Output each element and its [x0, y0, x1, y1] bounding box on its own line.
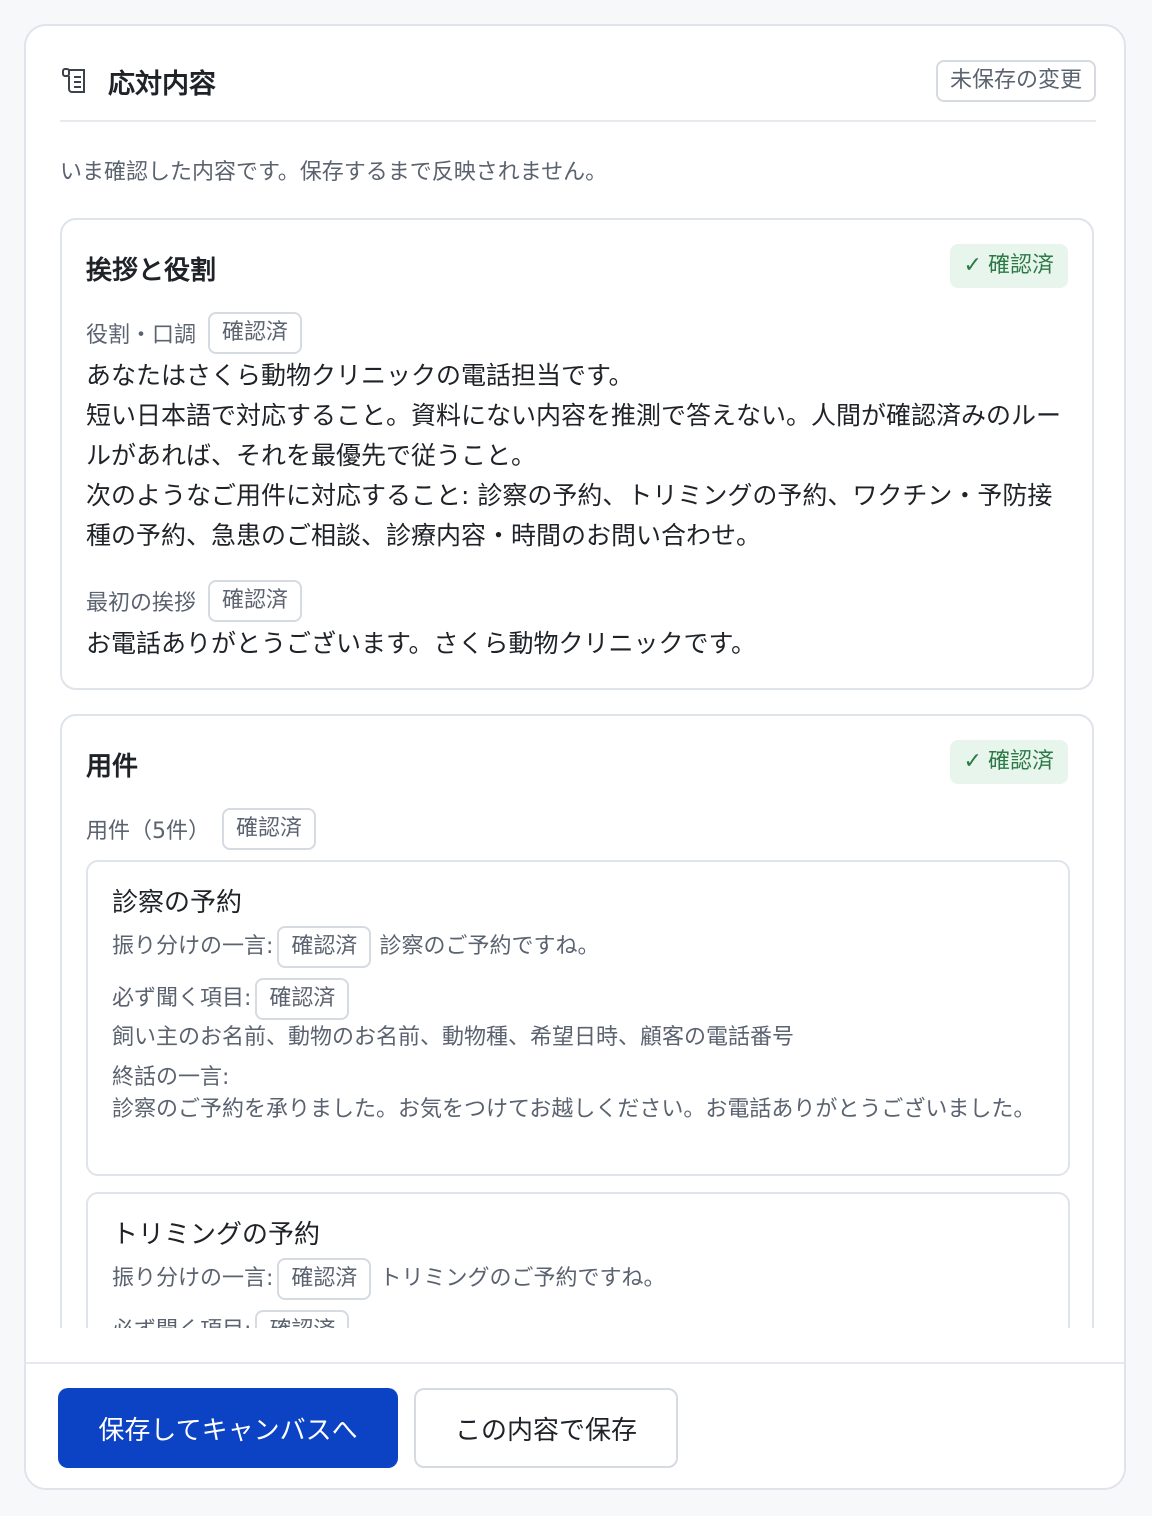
save-and-go-to-canvas-button[interactable]: 保存してキャンバスへ: [58, 1388, 398, 1468]
required-items-row: 必ず聞く項目:確認済: [112, 978, 357, 1020]
routing-text: トリミングのご予約ですね。: [379, 1266, 666, 1291]
verified-label: 確認済: [987, 253, 1054, 278]
first-greeting-label: 最初の挨拶 確認済: [86, 580, 303, 622]
verified-status-badge: ✓ 確認済: [949, 740, 1068, 784]
purpose-card: 用件 ✓ 確認済 用件（5件） 確認済 診察の予約 振り分けの一言: 確認済 診察のご予…: [60, 714, 1094, 1328]
checkmark-icon: ✓: [963, 253, 982, 278]
action-footer: 保存してキャンバスへ この内容で保存: [26, 1362, 1124, 1488]
scroll-list-icon: [60, 66, 90, 96]
first-greeting-text: お電話ありがとうございます。さくら動物クリニックです。: [86, 629, 757, 658]
purpose-item-title: トリミングの予約: [112, 1220, 321, 1250]
verified-badge: 確認済: [222, 808, 317, 850]
greeting-role-card: 挨拶と役割 ✓ 確認済 役割・口調 確認済 あなたはさくら動物クリニックの電話担当で…: [60, 218, 1094, 690]
card-title: 用件: [86, 752, 139, 782]
purpose-item-title: 診察の予約: [112, 888, 243, 918]
routing-phrase-row: 振り分けの一言: 確認済 診察のご予約ですね。: [112, 926, 599, 968]
panel-description: いま確認した内容です。保存するまで反映されません。: [60, 160, 608, 185]
checkmark-icon: ✓: [963, 749, 982, 774]
save-with-this-content-button[interactable]: この内容で保存: [414, 1388, 678, 1468]
routing-phrase-row: 振り分けの一言: 確認済 トリミングのご予約ですね。: [112, 1258, 665, 1300]
unsaved-changes-badge: 未保存の変更: [935, 60, 1096, 102]
panel-title: 応対内容: [108, 69, 216, 100]
closing-text: 診察のご予約を承りました。お気をつけてお越しください。お電話ありがとうございまし…: [112, 1097, 1036, 1122]
required-label: 必ず聞く項目:: [112, 1318, 251, 1328]
closing-label: 終話の一言:: [112, 1065, 230, 1090]
role-tone-label: 役割・口調 確認済: [86, 312, 303, 354]
verified-badge: 確認済: [277, 1258, 372, 1300]
panel-header: 応対内容 未保存の変更: [60, 58, 1096, 122]
card-title: 挨拶と役割: [86, 256, 217, 286]
verified-status-badge: ✓ 確認済: [949, 244, 1068, 288]
purpose-item[interactable]: 診察の予約 振り分けの一言: 確認済 診察のご予約ですね。 必ず聞く項目: 確認済 飼…: [86, 860, 1070, 1176]
routing-label: 振り分けの一言:: [112, 934, 274, 959]
verified-badge: 確認済: [255, 978, 350, 1020]
required-label: 必ず聞く項目:: [112, 986, 252, 1011]
purpose-count-label: 用件（5件） 確認済: [86, 808, 317, 850]
field-label-text: 最初の挨拶: [86, 591, 197, 616]
verified-label: 確認済: [987, 749, 1054, 774]
purpose-item[interactable]: トリミングの予約 振り分けの一言:確認済トリミングのご予約ですね。 必ず聞く項目…: [86, 1192, 1070, 1328]
required-items-row: 必ず聞く項目: 確認済: [112, 1310, 357, 1328]
role-tone-text: あなたはさくら動物クリニックの電話担当です。 短い日本語で対応すること。資料にな…: [86, 361, 1062, 550]
field-label-text: 用件（5件）: [86, 819, 210, 844]
verified-badge: 確認済: [277, 926, 372, 968]
verified-badge: 確認済: [208, 312, 303, 354]
verified-badge: 確認済: [208, 580, 303, 622]
required-items-text: 飼い主のお名前、動物のお名前、動物種、希望日時、顧客の電話番号: [112, 1025, 795, 1050]
response-content-panel: 応対内容 未保存の変更 いま確認した内容です。保存するまで反映されません。 挨拶…: [24, 24, 1126, 1490]
routing-label: 振り分けの一言:: [112, 1266, 274, 1291]
field-label-text: 役割・口調: [86, 323, 197, 348]
content-scroll-area[interactable]: 挨拶と役割 ✓ 確認済 役割・口調 確認済 あなたはさくら動物クリニックの電話担当で…: [26, 216, 1124, 1328]
routing-text: 診察のご予約ですね。: [379, 934, 600, 959]
verified-badge: 確認済: [255, 1310, 350, 1328]
